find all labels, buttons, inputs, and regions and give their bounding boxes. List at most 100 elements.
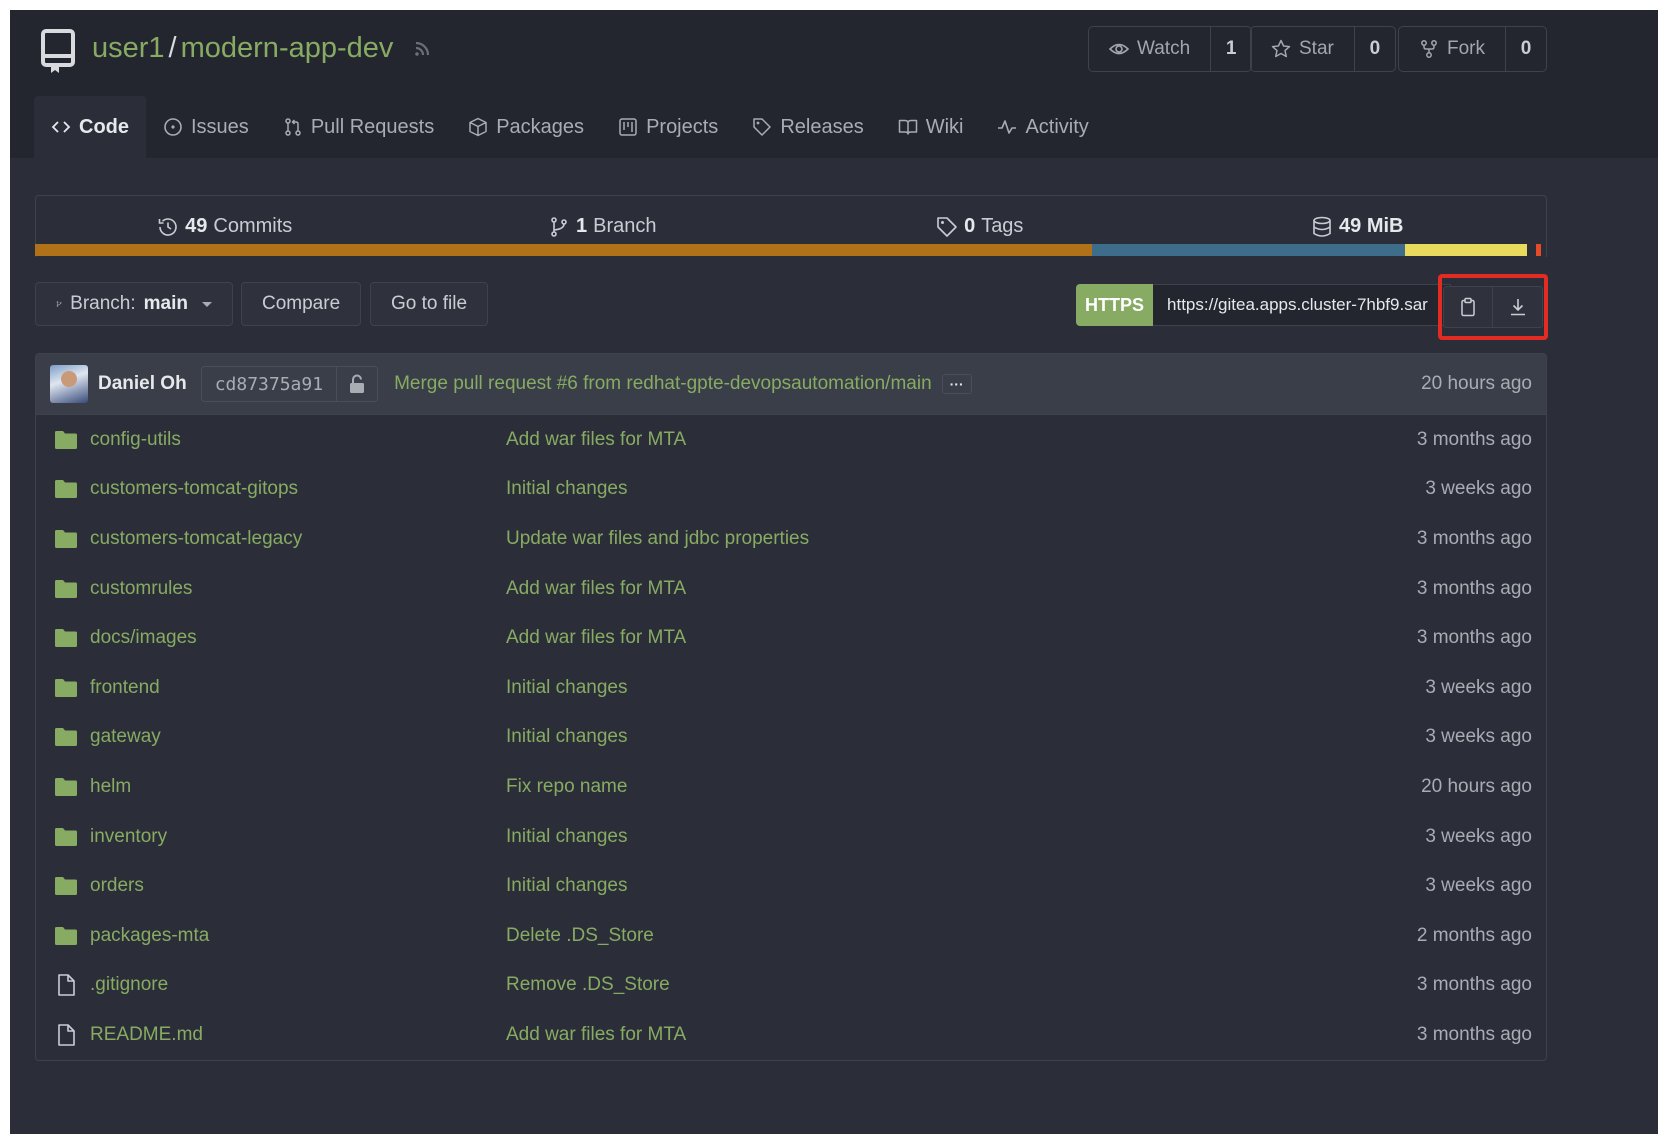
file-name-link[interactable]: gateway	[90, 726, 506, 748]
watch-button-group[interactable]: Watch 1	[1088, 26, 1253, 72]
language-segment[interactable]	[1527, 244, 1537, 256]
avatar[interactable]	[50, 365, 88, 403]
repo-header: user1 / modern-app-dev Watch 1 Star 0 Fo…	[10, 10, 1658, 158]
folder-icon	[54, 577, 78, 601]
file-name-link[interactable]: customers-tomcat-legacy	[90, 528, 506, 550]
rss-icon[interactable]	[411, 38, 433, 60]
tab-code[interactable]: Code	[34, 96, 146, 158]
file-name-link[interactable]: customers-tomcat-gitops	[90, 478, 506, 500]
file-row: .gitignore Remove .DS_Store 3 months ago	[36, 961, 1546, 1011]
commits-count: 49	[185, 215, 208, 237]
file-name-link[interactable]: customrules	[90, 578, 506, 600]
star-button[interactable]: Star	[1251, 27, 1355, 71]
file-name-link[interactable]: packages-mta	[90, 925, 506, 947]
file-commit-message[interactable]: Initial changes	[506, 875, 627, 897]
tab-pull-requests[interactable]: Pull Requests	[266, 96, 451, 158]
file-commit-message[interactable]: Add war files for MTA	[506, 627, 686, 649]
file-commit-message[interactable]: Add war files for MTA	[506, 1024, 686, 1046]
tab-packages[interactable]: Packages	[451, 96, 601, 158]
language-segment[interactable]	[35, 244, 1092, 256]
file-name-link[interactable]: orders	[90, 875, 506, 897]
clone-url-input[interactable]: https://gitea.apps.cluster-7hbf9.sar	[1153, 284, 1452, 326]
copy-url-button[interactable]	[1443, 286, 1493, 328]
tab-wiki-label: Wiki	[925, 115, 964, 138]
compare-button[interactable]: Compare	[241, 282, 362, 326]
clone-panel: HTTPS https://gitea.apps.cluster-7hbf9.s…	[1076, 284, 1452, 326]
fork-count[interactable]: 0	[1506, 27, 1546, 71]
commit-author[interactable]: Daniel Oh	[98, 373, 187, 395]
tab-releases[interactable]: Releases	[735, 96, 880, 158]
language-segment[interactable]	[1536, 244, 1541, 256]
repo-separator: /	[168, 32, 177, 64]
file-name-link[interactable]: helm	[90, 776, 506, 798]
download-button[interactable]	[1493, 286, 1543, 328]
folder-icon	[54, 725, 78, 749]
file-name-link[interactable]: config-utils	[90, 429, 506, 451]
language-bar[interactable]	[35, 244, 1547, 256]
file-row: orders Initial changes 3 weeks ago	[36, 861, 1546, 911]
tab-issues-label: Issues	[191, 115, 249, 138]
tab-projects[interactable]: Projects	[601, 96, 735, 158]
repo-owner-link[interactable]: user1	[92, 32, 165, 65]
watch-count[interactable]: 1	[1211, 27, 1251, 71]
file-commit-message[interactable]: Remove .DS_Store	[506, 974, 670, 996]
file-name-link[interactable]: docs/images	[90, 627, 506, 649]
file-list: config-utils Add war files for MTA 3 month…	[35, 415, 1547, 1061]
commit-message[interactable]: Merge pull request #6 from redhat-gpte-d…	[394, 373, 932, 395]
commit-sha-group: cd87375a91	[200, 366, 379, 402]
chevron-down-icon	[202, 301, 212, 307]
file-commit-message[interactable]: Add war files for MTA	[506, 429, 686, 451]
fork-button-group[interactable]: Fork 0	[1398, 26, 1547, 72]
file-row: inventory Initial changes 3 weeks ago	[36, 812, 1546, 862]
star-button-group[interactable]: Star 0	[1250, 26, 1396, 72]
fork-label: Fork	[1447, 38, 1485, 59]
commits-label: Commits	[213, 215, 293, 237]
file-commit-message[interactable]: Delete .DS_Store	[506, 925, 654, 947]
watch-button[interactable]: Watch	[1089, 27, 1212, 71]
commit-sha[interactable]: cd87375a91	[202, 367, 338, 401]
download-icon	[1510, 299, 1525, 316]
file-row: helm Fix repo name 20 hours ago	[36, 762, 1546, 812]
folder-icon	[54, 775, 78, 799]
file-name-link[interactable]: .gitignore	[90, 974, 506, 996]
file-name-link[interactable]: inventory	[90, 826, 506, 848]
file-row: gateway Initial changes 3 weeks ago	[36, 713, 1546, 763]
language-segment[interactable]	[1404, 244, 1528, 256]
file-commit-message[interactable]: Fix repo name	[506, 776, 627, 798]
file-commit-message[interactable]: Update war files and jdbc properties	[506, 528, 809, 550]
commit-expand-button[interactable]: ···	[941, 374, 972, 394]
book-icon	[898, 119, 917, 135]
repo-title: user1 / modern-app-dev	[92, 32, 433, 65]
folder-icon	[54, 527, 78, 551]
file-commit-time: 3 months ago	[1416, 428, 1532, 450]
tab-code-label: Code	[79, 115, 129, 138]
language-segment[interactable]	[1091, 244, 1405, 256]
repo-tabs: Code Issues Pull Requests Packages Proje…	[34, 96, 1106, 158]
tag-icon	[937, 216, 957, 237]
file-name-link[interactable]: frontend	[90, 677, 506, 699]
file-commit-message[interactable]: Initial changes	[506, 726, 627, 748]
tab-wiki[interactable]: Wiki	[881, 96, 981, 158]
go-to-file-button[interactable]: Go to file	[370, 282, 489, 326]
size-value: 49 MiB	[1339, 215, 1404, 237]
file-commit-message[interactable]: Initial changes	[506, 677, 627, 699]
latest-commit-bar: Daniel Oh cd87375a91 Merge pull request …	[35, 353, 1547, 415]
star-count[interactable]: 0	[1355, 27, 1395, 71]
compare-label: Compare	[262, 293, 341, 314]
file-name-link[interactable]: README.md	[90, 1024, 506, 1046]
repo-name-link[interactable]: modern-app-dev	[181, 32, 394, 65]
file-commit-message[interactable]: Initial changes	[506, 478, 627, 500]
file-commit-message[interactable]: Add war files for MTA	[506, 578, 686, 600]
branch-selector[interactable]: Branch: main	[35, 282, 233, 326]
tag-icon	[753, 118, 772, 136]
fork-button[interactable]: Fork	[1399, 27, 1506, 71]
go-to-file-label: Go to file	[391, 293, 468, 314]
clone-protocol-button[interactable]: HTTPS	[1076, 284, 1154, 326]
file-row: customers-tomcat-legacy Update war files …	[36, 514, 1546, 564]
file-commit-message[interactable]: Initial changes	[506, 826, 627, 848]
database-icon	[1313, 216, 1331, 237]
tab-issues[interactable]: Issues	[146, 96, 266, 158]
tab-activity[interactable]: Activity	[980, 96, 1105, 158]
branch-prefix: Branch:	[70, 293, 136, 314]
branches-count: 1	[576, 215, 588, 237]
